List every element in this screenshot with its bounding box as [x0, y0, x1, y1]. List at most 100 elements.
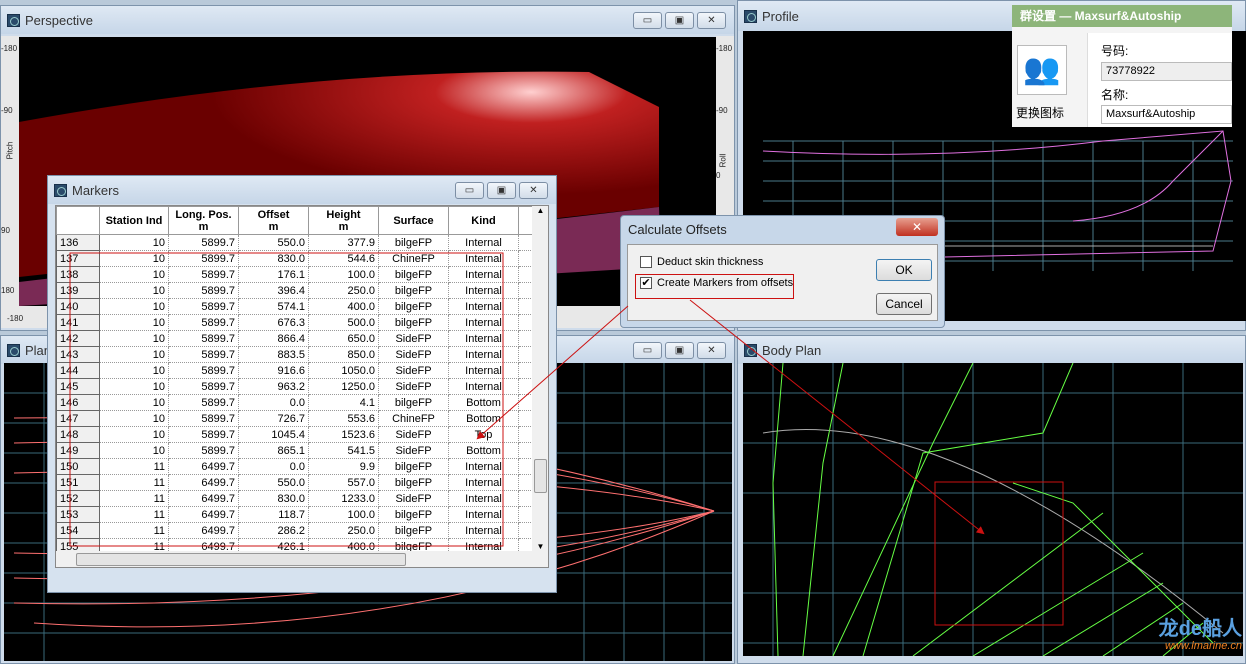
table-row[interactable]: 140 10 5899.7 574.1 400.0 bilgeFP Internal — [56, 298, 533, 315]
table-cell[interactable]: Internal — [448, 266, 519, 283]
table-cell[interactable]: 10 — [99, 234, 169, 251]
table-cell[interactable]: 5899.7 — [168, 394, 239, 411]
table-cell[interactable]: 544.6 — [308, 250, 379, 267]
table-cell[interactable]: 1045.4 — [238, 426, 309, 443]
table-cell[interactable]: 377.9 — [308, 234, 379, 251]
row-header[interactable]: 138 — [56, 266, 100, 283]
table-row[interactable]: 147 10 5899.7 726.7 553.6 ChineFP Bottom — [56, 410, 533, 427]
table-cell[interactable]: bilgeFP — [378, 266, 449, 283]
row-header[interactable]: 136 — [56, 234, 100, 251]
table-cell[interactable]: 10 — [99, 266, 169, 283]
table-row[interactable]: 141 10 5899.7 676.3 500.0 bilgeFP Internal — [56, 314, 533, 331]
table-cell[interactable]: 865.1 — [238, 442, 309, 459]
deduct-skin-checkbox[interactable]: Deduct skin thickness — [640, 256, 763, 269]
table-cell[interactable]: Internal — [448, 330, 519, 347]
table-cell[interactable]: 396.4 — [238, 282, 309, 299]
table-cell[interactable]: 9.9 — [308, 458, 379, 475]
table-cell[interactable]: 5899.7 — [168, 234, 239, 251]
table-cell[interactable]: 5899.7 — [168, 442, 239, 459]
table-cell[interactable]: SideFP — [378, 378, 449, 395]
table-cell[interactable]: 1250.0 — [308, 378, 379, 395]
row-header[interactable]: 141 — [56, 314, 100, 331]
table-row[interactable]: 148 10 5899.7 1045.4 1523.6 SideFP Top — [56, 426, 533, 443]
table-cell[interactable]: Top — [448, 426, 519, 443]
minimize-button[interactable]: ▭ — [633, 342, 662, 359]
name-field[interactable]: Maxsurf&Autoship — [1101, 105, 1232, 124]
table-cell[interactable]: 1523.6 — [308, 426, 379, 443]
horizontal-scrollbar[interactable] — [56, 551, 548, 567]
table-cell[interactable]: 5899.7 — [168, 426, 239, 443]
table-cell[interactable]: Bottom — [448, 442, 519, 459]
table-row[interactable]: 152 11 6499.7 830.0 1233.0 SideFP Internal — [56, 490, 533, 507]
table-cell[interactable]: Bottom — [448, 410, 519, 427]
scroll-up-arrow[interactable]: ▲ — [532, 206, 548, 215]
row-header[interactable]: 149 — [56, 442, 100, 459]
table-cell[interactable]: Internal — [448, 362, 519, 379]
table-cell[interactable]: 286.2 — [238, 522, 309, 539]
change-icon-link[interactable]: 更换图标 — [1016, 104, 1064, 121]
table-cell[interactable]: 10 — [99, 378, 169, 395]
table-cell[interactable]: 574.1 — [238, 298, 309, 315]
table-row[interactable]: 146 10 5899.7 0.0 4.1 bilgeFP Bottom — [56, 394, 533, 411]
table-cell[interactable]: 883.5 — [238, 346, 309, 363]
table-cell[interactable]: 6499.7 — [168, 474, 239, 491]
row-header[interactable]: 146 — [56, 394, 100, 411]
maximize-button[interactable]: ▣ — [487, 182, 516, 199]
table-cell[interactable]: 850.0 — [308, 346, 379, 363]
hscroll-thumb[interactable] — [76, 553, 406, 566]
minimize-button[interactable]: ▭ — [633, 12, 662, 29]
table-cell[interactable]: 6499.7 — [168, 522, 239, 539]
table-cell[interactable]: Internal — [448, 474, 519, 491]
table-cell[interactable]: 5899.7 — [168, 314, 239, 331]
table-cell[interactable]: ChineFP — [378, 250, 449, 267]
table-row[interactable]: 145 10 5899.7 963.2 1250.0 SideFP Internal — [56, 378, 533, 395]
row-header[interactable]: 140 — [56, 298, 100, 315]
table-cell[interactable]: 866.4 — [238, 330, 309, 347]
row-header[interactable]: 143 — [56, 346, 100, 363]
table-cell[interactable]: bilgeFP — [378, 234, 449, 251]
pitch-ruler[interactable]: -180 -90 Pitch 90 180 — [1, 36, 19, 306]
table-cell[interactable]: 650.0 — [308, 330, 379, 347]
table-cell[interactable]: 250.0 — [308, 522, 379, 539]
table-cell[interactable]: Internal — [448, 458, 519, 475]
table-cell[interactable]: 10 — [99, 394, 169, 411]
table-cell[interactable]: 10 — [99, 298, 169, 315]
table-row[interactable]: 136 10 5899.7 550.0 377.9 bilgeFP Internal — [56, 234, 533, 251]
table-cell[interactable]: 541.5 — [308, 442, 379, 459]
table-cell[interactable]: SideFP — [378, 362, 449, 379]
row-header[interactable]: 153 — [56, 506, 100, 523]
table-cell[interactable]: SideFP — [378, 426, 449, 443]
perspective-title-bar[interactable]: Perspective ▭ ▣ ✕ — [1, 6, 734, 34]
table-cell[interactable]: 6499.7 — [168, 458, 239, 475]
column-header[interactable]: Height m — [308, 206, 379, 235]
row-header[interactable]: 144 — [56, 362, 100, 379]
row-header[interactable]: 142 — [56, 330, 100, 347]
row-header[interactable]: 139 — [56, 282, 100, 299]
table-cell[interactable]: 550.0 — [238, 234, 309, 251]
table-cell[interactable]: 500.0 — [308, 314, 379, 331]
table-cell[interactable]: bilgeFP — [378, 314, 449, 331]
table-cell[interactable]: bilgeFP — [378, 474, 449, 491]
table-cell[interactable]: 830.0 — [238, 490, 309, 507]
table-cell[interactable]: 100.0 — [308, 266, 379, 283]
table-cell[interactable]: 0.0 — [238, 394, 309, 411]
scroll-down-arrow[interactable]: ▼ — [532, 542, 548, 551]
table-cell[interactable]: 553.6 — [308, 410, 379, 427]
table-cell[interactable]: 11 — [99, 474, 169, 491]
table-cell[interactable]: 10 — [99, 314, 169, 331]
table-cell[interactable]: 5899.7 — [168, 378, 239, 395]
scroll-thumb[interactable] — [534, 459, 547, 493]
table-cell[interactable]: Internal — [448, 490, 519, 507]
table-cell[interactable]: 10 — [99, 282, 169, 299]
vertical-scrollbar[interactable]: ▲ ▼ — [532, 206, 548, 551]
table-cell[interactable]: 10 — [99, 442, 169, 459]
table-cell[interactable]: 10 — [99, 330, 169, 347]
table-row[interactable]: 137 10 5899.7 830.0 544.6 ChineFP Internal — [56, 250, 533, 267]
ok-button[interactable]: OK — [876, 259, 932, 281]
table-cell[interactable]: 10 — [99, 346, 169, 363]
maximize-button[interactable]: ▣ — [665, 342, 694, 359]
table-cell[interactable]: 10 — [99, 426, 169, 443]
avatar[interactable]: 👥 — [1017, 45, 1067, 95]
table-cell[interactable]: 250.0 — [308, 282, 379, 299]
row-header[interactable]: 152 — [56, 490, 100, 507]
